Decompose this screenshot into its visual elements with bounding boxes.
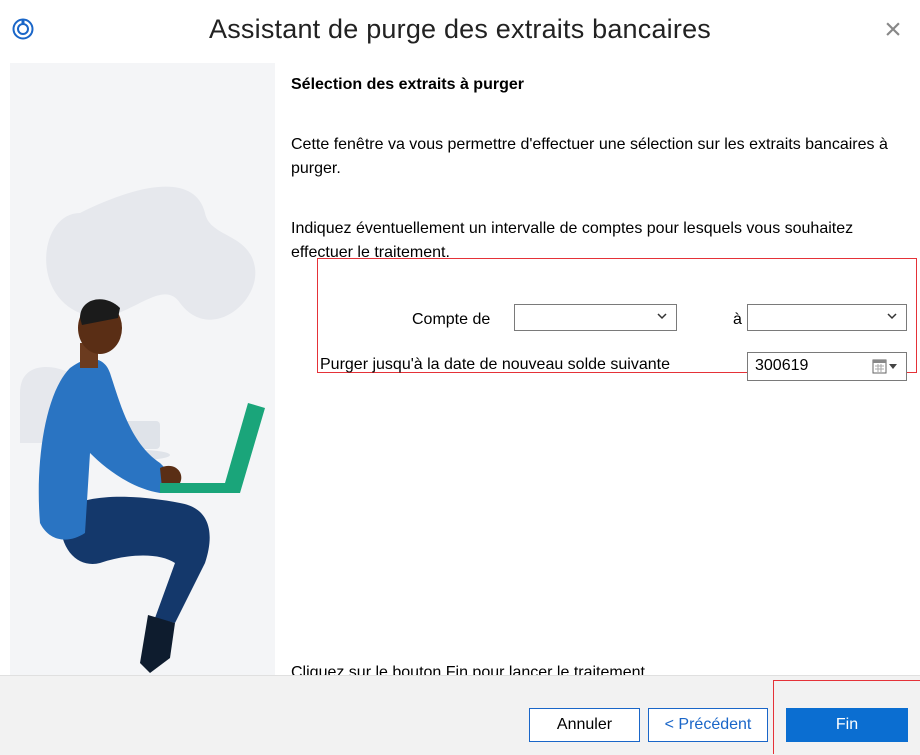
window-title: Assistant de purge des extraits bancaire… [209, 14, 711, 44]
account-to-select[interactable] [747, 304, 907, 331]
previous-button[interactable]: < Précédent [648, 708, 768, 742]
chevron-down-icon [657, 313, 667, 320]
purge-date-field[interactable]: 300619 [747, 352, 907, 381]
chevron-down-icon [887, 313, 897, 320]
calendar-dropdown-icon[interactable] [872, 359, 900, 374]
person-with-laptop-illustration [20, 186, 265, 673]
account-from-label: Compte de [412, 311, 491, 328]
purge-date-value: 300619 [755, 357, 809, 374]
section-heading: Sélection des extraits à purger [291, 76, 524, 93]
account-to-label: à [733, 311, 742, 328]
cancel-button[interactable]: Annuler [529, 708, 640, 742]
account-from-select[interactable] [514, 304, 677, 331]
intro-text: Cette fenêtre va vous permettre d'effect… [291, 136, 888, 177]
illustration-panel [10, 63, 275, 675]
purge-date-label: Purger jusqu'à la date de nouveau solde … [320, 356, 670, 373]
title-bar: Assistant de purge des extraits bancaire… [0, 0, 920, 62]
highlight-box-finish [773, 680, 920, 754]
close-icon[interactable]: × [879, 15, 907, 45]
